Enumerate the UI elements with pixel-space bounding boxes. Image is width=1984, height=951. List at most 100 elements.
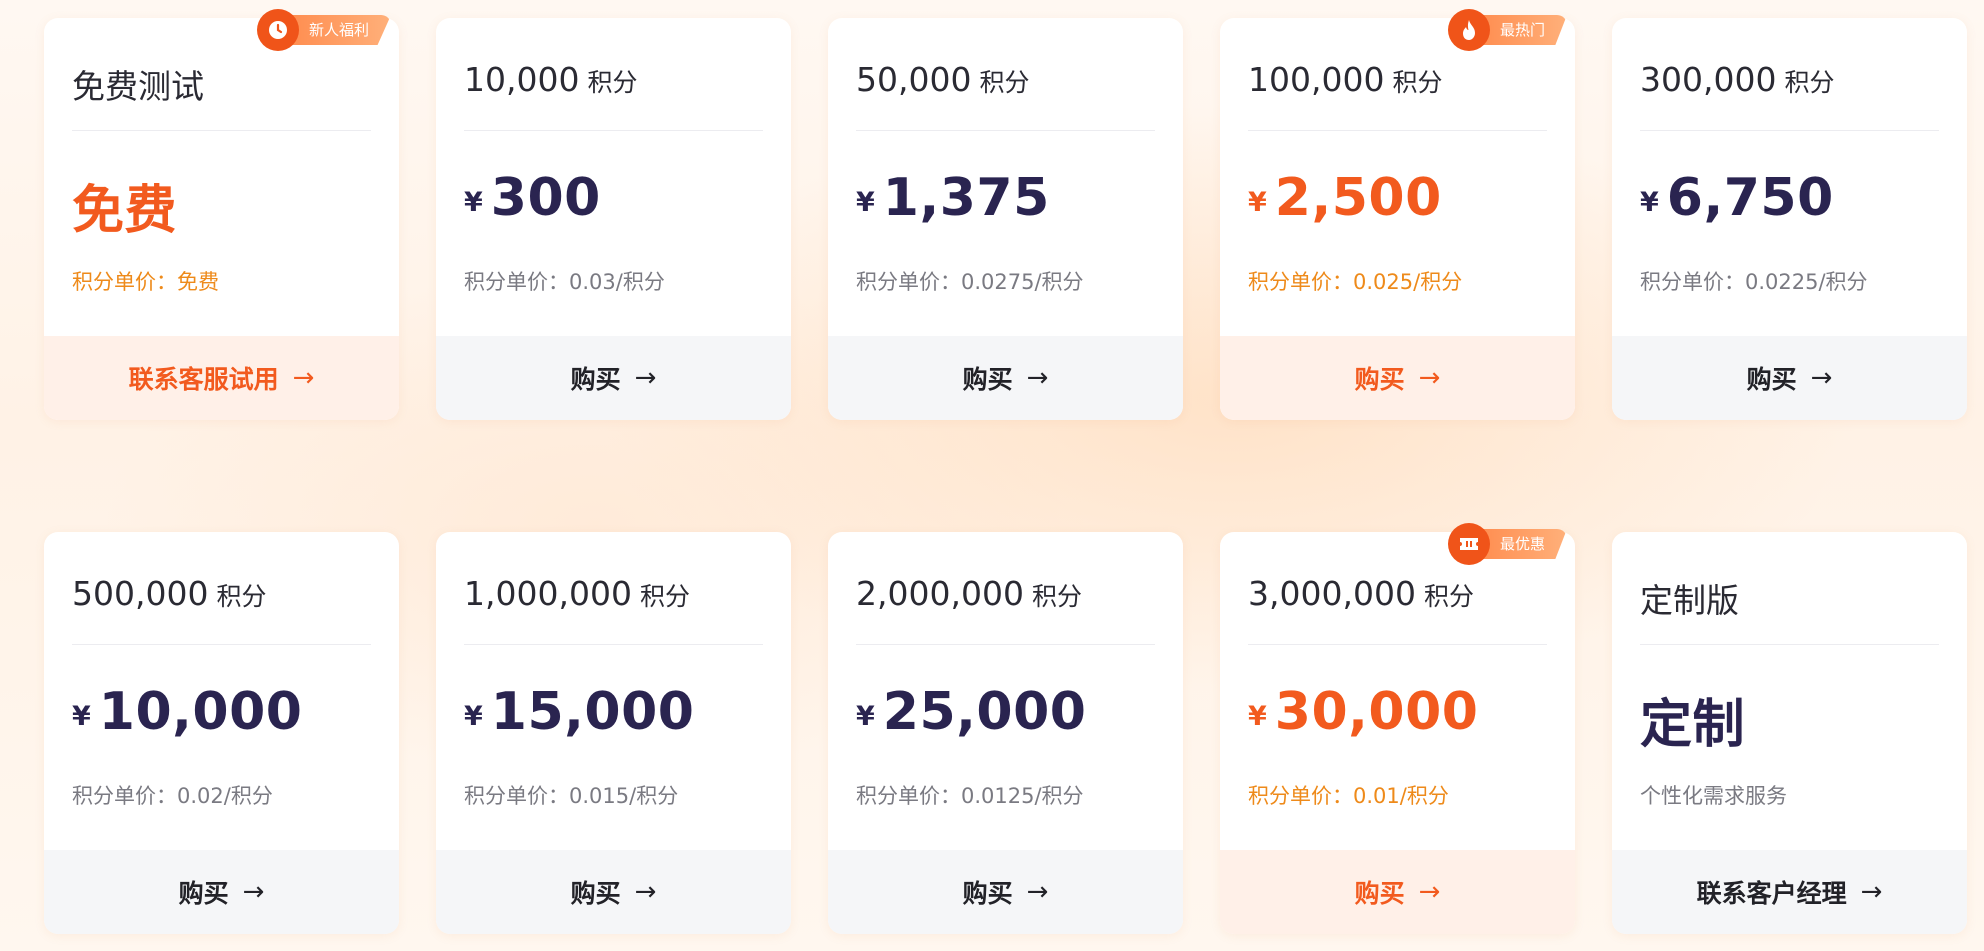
best-value-badge: 最优惠 [1447,523,1567,565]
plan-name-text: 2,000,000 [856,574,1024,613]
arrow-right-icon: → [634,363,657,393]
buy-button[interactable]: 购买 → [828,850,1183,934]
card-body: 10,000 积分 ¥300 积分单价：0.03/积分 购买 → [436,18,791,420]
arrow-right-icon: → [1418,877,1441,907]
price-amount: 25,000 [882,682,1087,742]
buy-button[interactable]: 购买 → [1220,336,1575,420]
plan-name-text: 定制版 [1640,581,1739,620]
button-label: 购买 [570,879,621,908]
plan-price: ¥300 [464,168,601,228]
plan-card-2000000: 2,000,000 积分 ¥25,000 积分单价：0.0125/积分 购买 → [828,532,1183,934]
contact-support-trial-button[interactable]: 联系客服试用 → [44,336,399,420]
arrow-right-icon: → [242,877,265,907]
unit-price: 积分单价：0.0125/积分 [856,784,1084,808]
currency-symbol: ¥ [856,701,875,732]
unit-price: 积分单价：免费 [72,270,219,294]
button-label: 购买 [1354,879,1405,908]
unit-price: 积分单价：0.03/积分 [464,270,665,294]
plan-price: ¥25,000 [856,682,1086,742]
flame-icon [1447,9,1490,51]
plan-unit: 积分 [1423,582,1474,611]
button-label: 购买 [1354,365,1405,394]
ticket-icon [1447,523,1490,565]
plan-price: ¥30,000 [1248,682,1478,742]
currency-symbol: ¥ [1640,187,1659,218]
arrow-right-icon: → [634,877,657,907]
button-label: 购买 [178,879,229,908]
plan-name-text: 免费测试 [72,67,204,106]
unit-price: 积分单价：0.02/积分 [72,784,273,808]
price-amount: 15,000 [490,682,695,742]
unit-price: 积分单价：0.025/积分 [1248,270,1463,294]
unit-price: 积分单价：0.0225/积分 [1640,270,1868,294]
button-label: 联系客服试用 [128,365,279,394]
divider [464,130,763,131]
unit-price: 积分单价：0.0275/积分 [856,270,1084,294]
plan-unit: 积分 [1392,68,1443,97]
plan-name-text: 3,000,000 [1248,574,1416,613]
plan-name-text: 1,000,000 [464,574,632,613]
plan-price: ¥10,000 [72,682,302,742]
price-amount: 300 [490,168,601,228]
plan-unit: 积分 [639,582,690,611]
divider [1248,644,1547,645]
plan-unit: 积分 [216,582,267,611]
card-body: 免费测试 免费 积分单价：免费 联系客服试用 → [44,18,399,420]
plan-price: ¥1,375 [856,168,1050,228]
price-amount: 免费 [72,181,178,241]
divider [1248,130,1547,131]
divider [856,644,1155,645]
divider [464,644,763,645]
plan-name: 10,000 积分 [464,60,637,99]
card-body: 500,000 积分 ¥10,000 积分单价：0.02/积分 购买 → [44,532,399,934]
plan-name: 定制版 [1640,574,1739,622]
plan-price: ¥2,500 [1248,168,1442,228]
plan-name-text: 300,000 [1640,60,1777,99]
price-amount: 6,750 [1666,168,1834,228]
plan-name: 1,000,000 积分 [464,574,690,613]
arrow-right-icon: → [292,363,315,393]
plan-name-text: 50,000 [856,60,972,99]
divider [856,130,1155,131]
currency-symbol: ¥ [1248,187,1267,218]
buy-button[interactable]: 购买 → [436,850,791,934]
plan-name: 2,000,000 积分 [856,574,1082,613]
currency-symbol: ¥ [464,187,483,218]
price-amount: 2,500 [1274,168,1442,228]
plan-unit: 积分 [587,68,638,97]
price-amount: 定制 [1640,695,1746,755]
plan-name-text: 10,000 [464,60,580,99]
button-label: 购买 [570,365,621,394]
button-label: 购买 [962,365,1013,394]
plan-card-300000: 300,000 积分 ¥6,750 积分单价：0.0225/积分 购买 → [1612,18,1967,420]
plan-unit: 积分 [1031,582,1082,611]
buy-button[interactable]: 购买 → [44,850,399,934]
arrow-right-icon: → [1026,877,1049,907]
plan-price: 定制 [1640,682,1745,757]
plan-price: 免费 [72,168,177,243]
buy-button[interactable]: 购买 → [1220,850,1575,934]
unit-price: 积分单价：0.015/积分 [464,784,679,808]
button-label: 购买 [1746,365,1797,394]
plan-card-50000: 50,000 积分 ¥1,375 积分单价：0.0275/积分 购买 → [828,18,1183,420]
unit-price: 积分单价：0.01/积分 [1248,784,1449,808]
contact-account-manager-button[interactable]: 联系客户经理 → [1612,850,1967,934]
currency-symbol: ¥ [1248,701,1267,732]
currency-symbol: ¥ [856,187,875,218]
card-body: 50,000 积分 ¥1,375 积分单价：0.0275/积分 购买 → [828,18,1183,420]
plan-price: ¥15,000 [464,682,694,742]
card-body: 3,000,000 积分 ¥30,000 积分单价：0.01/积分 购买 → [1220,532,1575,934]
card-body: 100,000 积分 ¥2,500 积分单价：0.025/积分 购买 → [1220,18,1575,420]
buy-button[interactable]: 购买 → [828,336,1183,420]
plan-name: 300,000 积分 [1640,60,1834,99]
plan-card-100000: 100,000 积分 ¥2,500 积分单价：0.025/积分 购买 → 最热门 [1220,9,1575,420]
divider [72,130,371,131]
arrow-right-icon: → [1418,363,1441,393]
price-amount: 30,000 [1274,682,1479,742]
card-body: 定制版 定制 个性化需求服务 联系客户经理 → [1612,532,1967,934]
plan-name-text: 500,000 [72,574,209,613]
buy-button[interactable]: 购买 → [1612,336,1967,420]
buy-button[interactable]: 购买 → [436,336,791,420]
price-amount: 1,375 [882,168,1050,228]
divider [1640,644,1939,645]
